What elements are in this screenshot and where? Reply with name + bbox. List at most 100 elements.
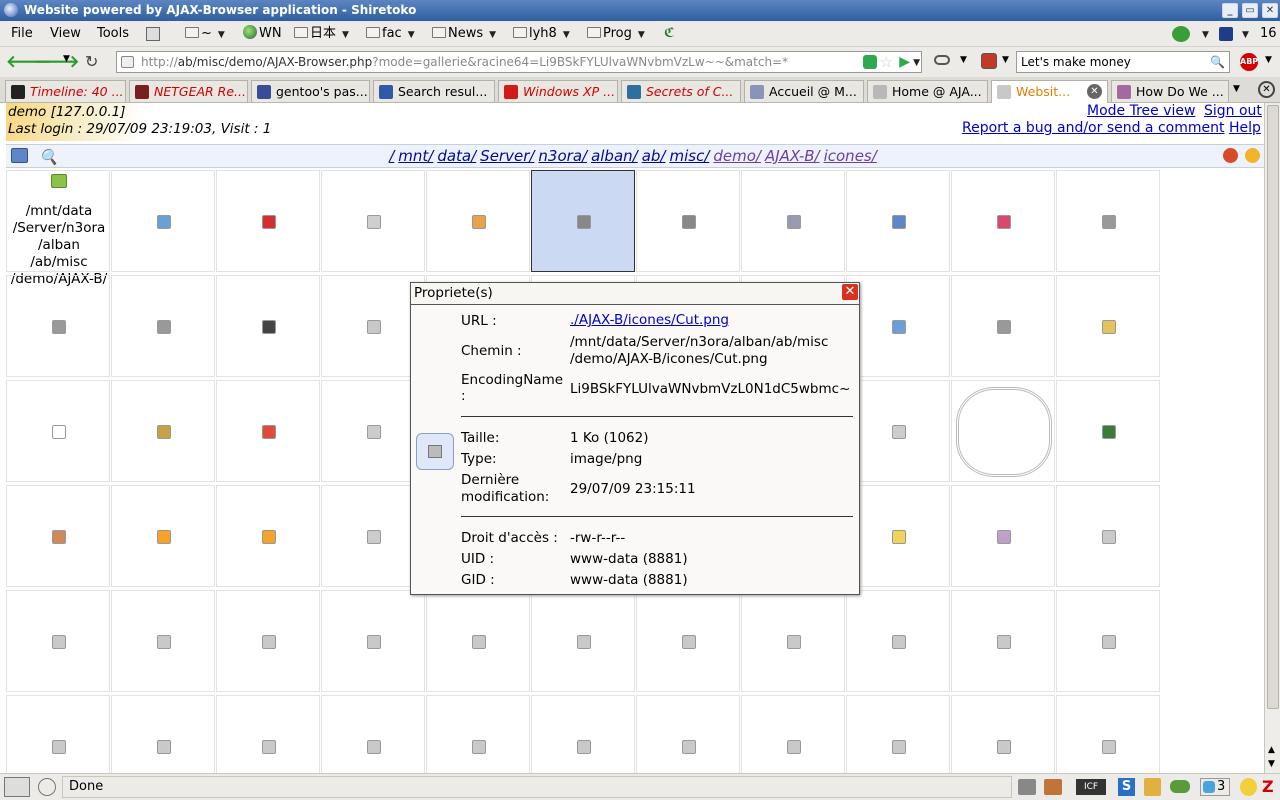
gallery-cell[interactable]: [846, 695, 950, 773]
tab-netgear[interactable]: NETGEAR Re...: [129, 80, 248, 102]
history-dropdown-arrow-icon[interactable]: ▼: [63, 54, 70, 64]
gallery-cell[interactable]: [531, 695, 635, 773]
gallery-cell[interactable]: [636, 170, 740, 272]
gallery-cell[interactable]: [216, 485, 320, 587]
gallery-cell[interactable]: [6, 275, 110, 377]
gallery-cell[interactable]: [951, 380, 1055, 482]
path-ab[interactable]: ab/: [642, 147, 666, 165]
path-root[interactable]: /: [389, 147, 394, 165]
help-link[interactable]: Help: [1229, 120, 1261, 136]
gallery-cell[interactable]: [6, 380, 110, 482]
path-data[interactable]: data/: [437, 147, 476, 165]
tab-how-do-we[interactable]: How Do We ...: [1111, 80, 1229, 102]
path-n3ora[interactable]: n3ora/: [538, 147, 587, 165]
gallery-cell[interactable]: [951, 275, 1055, 377]
tools-icon[interactable]: [1223, 148, 1238, 163]
close-window-button[interactable]: ✕: [1262, 3, 1278, 18]
mail-icon[interactable]: [11, 148, 28, 163]
gallery-cell[interactable]: [741, 695, 845, 773]
gallery-cell[interactable]: [951, 170, 1055, 272]
gallery-cell[interactable]: [1056, 695, 1160, 773]
icf-icon[interactable]: ICF: [1076, 779, 1106, 795]
gallery-cell[interactable]: [846, 275, 950, 377]
gallery-cell[interactable]: [321, 695, 425, 773]
path-demo[interactable]: demo/: [713, 147, 761, 165]
sync-icon[interactable]: [1172, 26, 1190, 42]
tab-timeline[interactable]: Timeline: 40 ...: [5, 80, 126, 102]
gallery-cell[interactable]: [951, 590, 1055, 692]
tab-website-active[interactable]: Websit... ✕: [991, 80, 1108, 104]
gallery-cell[interactable]: [531, 590, 635, 692]
clock-icon[interactable]: [38, 778, 56, 796]
search-icon[interactable]: 🔍: [39, 146, 58, 168]
gallery-cell[interactable]: [846, 590, 950, 692]
bookmark-wn[interactable]: WN: [243, 25, 282, 43]
close-all-tabs-icon[interactable]: ✕: [1258, 81, 1275, 98]
gallery-cell[interactable]: [111, 170, 215, 272]
gallery-cell[interactable]: [216, 380, 320, 482]
gallery-cell[interactable]: [216, 590, 320, 692]
parent-folder-cell[interactable]: /mnt/data/Server/n3ora/alban/ab/misc/dem…: [6, 170, 110, 287]
vertical-scrollbar[interactable]: ▲ ▼: [1264, 103, 1280, 773]
gallery-cell[interactable]: [951, 695, 1055, 773]
tool-icon[interactable]: [1144, 778, 1161, 796]
parent-folder-up-icon[interactable]: [51, 174, 67, 188]
gallery-cell[interactable]: [6, 590, 110, 692]
gallery-cell[interactable]: [6, 485, 110, 587]
gallery-cell[interactable]: [1056, 380, 1160, 482]
gallery-cell[interactable]: [426, 170, 530, 272]
radiation-icon[interactable]: [1240, 778, 1257, 796]
gallery-cell[interactable]: [1056, 590, 1160, 692]
gallery-cell[interactable]: [6, 695, 110, 773]
gallery-cell[interactable]: [216, 275, 320, 377]
maximize-button[interactable]: ▭: [1242, 3, 1258, 18]
url-bar[interactable]: http://ab/misc/demo/AJAX-Browser.php?mod…: [116, 51, 922, 73]
gallery-cell[interactable]: [1056, 170, 1160, 272]
adblock-icon[interactable]: ABP: [1240, 53, 1258, 71]
tab-gentoo[interactable]: gentoo's pas...: [251, 80, 370, 102]
gallery-cell[interactable]: [636, 590, 740, 692]
minimize-button[interactable]: _: [1222, 3, 1238, 18]
twitter-counter[interactable]: 3: [1200, 778, 1230, 796]
gallery-cell[interactable]: [321, 590, 425, 692]
refresh-green-icon[interactable]: [863, 55, 877, 69]
search-engine-icon[interactable]: [981, 53, 997, 69]
path-misc[interactable]: misc/: [669, 147, 709, 165]
bookmark-prog-folder[interactable]: Prog ▼: [587, 25, 645, 43]
gallery-cell[interactable]: [846, 170, 950, 272]
link-dropdown-icon[interactable]: ▼: [960, 55, 967, 65]
tab-search-results[interactable]: Search resul...: [373, 80, 495, 102]
adblock-dropdown-icon[interactable]: ▼: [1265, 55, 1272, 65]
report-bug-link[interactable]: Report a bug and/or send a comment: [962, 120, 1224, 136]
bookmark-page-icon[interactable]: [146, 27, 160, 41]
menu-view[interactable]: View: [50, 26, 81, 41]
reload-icon[interactable]: ↻: [85, 52, 98, 71]
gallery-cell[interactable]: [216, 695, 320, 773]
zotero-icon[interactable]: Z: [1262, 777, 1274, 796]
bookmark-star-icon[interactable]: ☆: [880, 52, 893, 72]
gallery-cell[interactable]: [321, 170, 425, 272]
forward-arrow-icon[interactable]: 🡒: [34, 52, 80, 72]
search-input[interactable]: Let's make money 🔍: [1016, 51, 1230, 73]
url-dropdown-icon[interactable]: ▼: [913, 53, 920, 72]
bookmark-ck-icon[interactable]: ℭ: [664, 25, 675, 43]
site-identity-icon[interactable]: [121, 56, 134, 68]
gallery-cell[interactable]: [111, 275, 215, 377]
gallery-cell[interactable]: [636, 695, 740, 773]
gallery-cell-selected[interactable]: [531, 170, 635, 272]
gallery-cell[interactable]: [111, 590, 215, 692]
gallery-cell[interactable]: [111, 380, 215, 482]
gallery-cell[interactable]: [1056, 485, 1160, 587]
path-ajax-b[interactable]: AJAX-B/: [765, 147, 820, 165]
save-dropdown[interactable]: ▼: [1236, 25, 1249, 43]
gallery-cell[interactable]: [741, 590, 845, 692]
scroll-up-icon[interactable]: ▲: [1268, 745, 1275, 755]
tab-windows-xp[interactable]: Windows XP ...: [498, 80, 618, 102]
smiley-icon[interactable]: [1245, 148, 1260, 163]
close-dialog-icon[interactable]: ✕: [842, 284, 858, 300]
scroll-down-icon[interactable]: ▼: [1268, 759, 1275, 769]
tab-list-dropdown-icon[interactable]: ▼: [1233, 84, 1240, 94]
menu-tools[interactable]: Tools: [97, 26, 129, 41]
car-icon[interactable]: [1170, 780, 1190, 793]
broom-icon[interactable]: [1018, 779, 1036, 795]
